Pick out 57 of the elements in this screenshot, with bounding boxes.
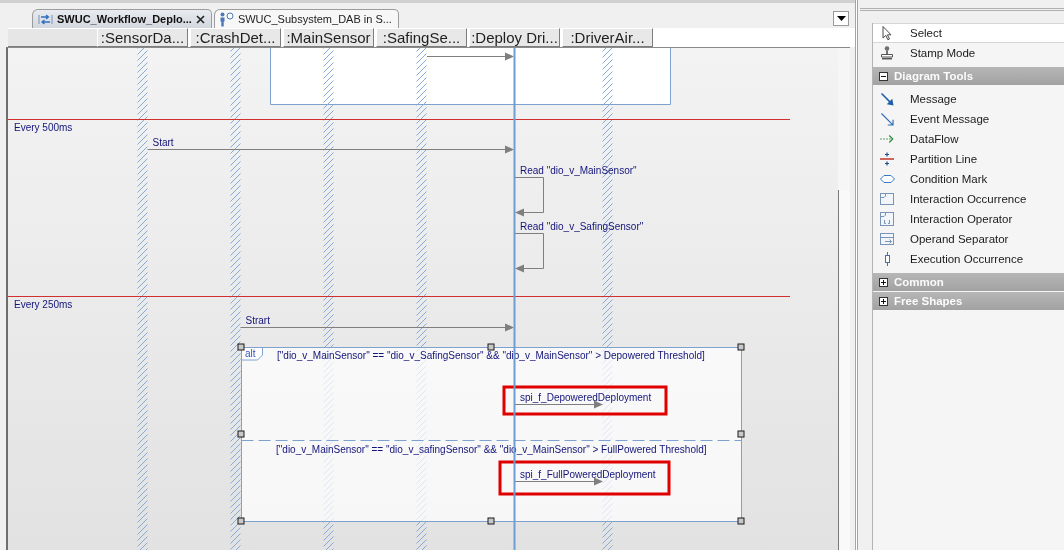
selection-handle[interactable] [487, 343, 495, 351]
bracket-frame-icon [880, 212, 894, 226]
selection-handle[interactable] [237, 517, 245, 525]
toolbox-item[interactable]: DataFlow [873, 129, 1064, 149]
message-label: spi_f_FullPoweredDeployment [520, 469, 656, 480]
message-label: spi_f_DepoweredDeployment [520, 392, 652, 403]
activation-bar-icon [884, 252, 890, 266]
editor-tab[interactable]: SWUC_Workflow_Deplo... [32, 9, 212, 28]
hexagon-icon [879, 175, 895, 183]
partition-label: Every 250ms [14, 298, 73, 310]
partition-label: Every 500ms [14, 121, 73, 133]
scrollbar[interactable] [838, 48, 850, 550]
lifeline-header: :DriverAir... [562, 28, 653, 47]
toolbox-item[interactable]: Stamp Mode [873, 43, 1064, 63]
self-message-arrow [514, 233, 544, 273]
open-arrow-icon [880, 112, 894, 126]
toolbox-item[interactable]: Partition Line [873, 149, 1064, 169]
expander-icon[interactable] [879, 277, 888, 287]
toolbox-item[interactable]: Message [873, 89, 1064, 109]
divider-line-icon [880, 152, 894, 166]
diagonal-arrow-icon [880, 92, 894, 106]
editor-tab[interactable]: SWUC_Subsystem_DAB in S... [213, 9, 399, 28]
pointer-icon [882, 25, 892, 41]
selection-handle[interactable] [237, 343, 245, 351]
toolbox-item[interactable]: Select [873, 23, 1064, 43]
message-label: Start [152, 137, 174, 148]
selection-handle[interactable] [737, 517, 745, 525]
message-label: Strart [245, 315, 270, 326]
toolbox-item[interactable]: Condition Mark [873, 169, 1064, 189]
message-label: Read "dio_v_MainSensor" [520, 165, 637, 176]
selection-handle[interactable] [737, 343, 745, 351]
toolbox-item[interactable]: Interaction Occurrence [873, 189, 1064, 209]
selection-handle[interactable] [237, 430, 245, 438]
caret-icon [836, 15, 846, 21]
selection-handle[interactable] [737, 430, 745, 438]
message-label: Read "dio_v_SafingSensor" [520, 221, 644, 232]
swap-arrows-icon [38, 13, 53, 25]
lifeline-header: :SafingSe... [376, 28, 467, 47]
self-message-arrow [514, 177, 544, 217]
toolbox-item[interactable]: Event Message [873, 109, 1064, 129]
expander-icon[interactable] [879, 296, 888, 306]
close-icon[interactable] [195, 14, 205, 24]
frame-icon [880, 193, 894, 205]
toolbox-item[interactable]: Interaction Operator [873, 209, 1064, 229]
operator-tag: alt [241, 347, 263, 361]
person-icon [219, 11, 234, 27]
lifeline-header: :SensorDa... [97, 28, 188, 47]
tab-list-button[interactable] [833, 10, 849, 26]
lifeline-header: :CrashDet... [190, 28, 281, 47]
selection-handle[interactable] [487, 517, 495, 525]
lifeline-header: :MainSensor [283, 28, 374, 47]
toolbox-item[interactable]: Execution Occurrence [873, 249, 1064, 269]
toolbox-item[interactable]: Operand Separator [873, 229, 1064, 249]
dotted-arrow-icon [880, 135, 894, 143]
lifeline-header: :Deploy Dri... [469, 28, 560, 47]
expander-icon[interactable] [879, 71, 888, 81]
stamp-icon [881, 46, 893, 60]
